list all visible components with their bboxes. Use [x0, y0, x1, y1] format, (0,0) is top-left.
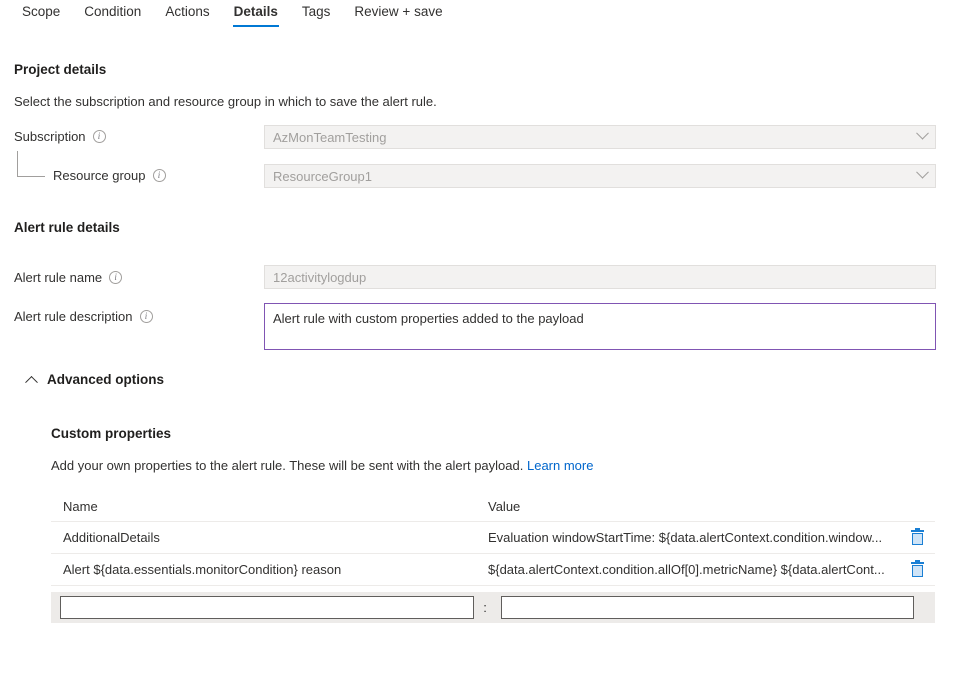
alert-rule-description-label-group: Alert rule description: [14, 309, 153, 324]
subscription-dropdown[interactable]: AzMonTeamTesting: [264, 125, 936, 149]
resource-group-label: Resource group: [53, 168, 146, 183]
resource-group-dropdown[interactable]: ResourceGroup1: [264, 164, 936, 188]
info-icon[interactable]: [153, 169, 166, 182]
table-header-row: Name Value: [51, 492, 935, 522]
tab-condition[interactable]: Condition: [72, 0, 153, 30]
chevron-down-icon: [916, 165, 929, 178]
custom-property-new-row: :: [51, 592, 935, 623]
tab-condition-label: Condition: [84, 4, 141, 19]
tab-review-save[interactable]: Review + save: [342, 0, 454, 30]
info-icon[interactable]: [140, 310, 153, 323]
tab-scope[interactable]: Scope: [10, 0, 72, 30]
custom-properties-heading: Custom properties: [51, 426, 171, 441]
tab-review-save-label: Review + save: [354, 4, 442, 19]
row-value: ${data.alertContext.condition.allOf[0].m…: [488, 562, 900, 577]
column-header-value: Value: [488, 499, 900, 514]
table-row: Alert ${data.essentials.monitorCondition…: [51, 554, 935, 586]
alert-rule-name-input[interactable]: 12activitylogdup: [264, 265, 936, 289]
trash-lid: [911, 530, 924, 532]
table-row: AdditionalDetails Evaluation windowStart…: [51, 522, 935, 554]
alert-rule-name-label-group: Alert rule name: [14, 270, 122, 285]
custom-properties-description-group: Add your own properties to the alert rul…: [51, 458, 593, 473]
alert-rule-description-textarea[interactable]: Alert rule with custom properties added …: [264, 303, 936, 350]
tab-actions-label: Actions: [165, 4, 209, 19]
trash-can: [912, 565, 923, 577]
subscription-label-group: Subscription: [14, 129, 106, 144]
resource-group-value: ResourceGroup1: [273, 169, 372, 184]
trash-icon[interactable]: [911, 530, 924, 545]
tab-details[interactable]: Details: [222, 0, 290, 30]
chevron-up-icon: [25, 376, 38, 389]
alert-rule-description-label: Alert rule description: [14, 309, 133, 324]
custom-properties-table: Name Value AdditionalDetails Evaluation …: [51, 492, 935, 586]
tab-scope-label: Scope: [22, 4, 60, 19]
custom-properties-description: Add your own properties to the alert rul…: [51, 458, 523, 473]
trash-lid: [911, 562, 924, 564]
subscription-label: Subscription: [14, 129, 86, 144]
resource-group-label-group: Resource group: [53, 168, 166, 183]
learn-more-link[interactable]: Learn more: [527, 458, 593, 473]
info-icon[interactable]: [109, 271, 122, 284]
trash-can: [912, 533, 923, 545]
resource-group-indent-connector: [17, 151, 45, 177]
tab-details-label: Details: [234, 4, 278, 19]
row-value: Evaluation windowStartTime: ${data.alert…: [488, 530, 900, 545]
project-details-description: Select the subscription and resource gro…: [14, 94, 437, 109]
advanced-options-toggle[interactable]: Advanced options: [27, 372, 164, 387]
alert-rule-name-value: 12activitylogdup: [273, 270, 366, 285]
chevron-down-icon: [916, 126, 929, 139]
project-details-heading: Project details: [14, 62, 106, 77]
alert-rule-details-heading: Alert rule details: [14, 220, 120, 235]
column-header-name: Name: [51, 499, 488, 514]
alert-rule-description-value: Alert rule with custom properties added …: [273, 311, 584, 326]
tab-tags-label: Tags: [302, 4, 331, 19]
new-row-separator: :: [480, 600, 490, 615]
tab-tags[interactable]: Tags: [290, 0, 343, 30]
row-name: AdditionalDetails: [51, 530, 488, 545]
row-name: Alert ${data.essentials.monitorCondition…: [51, 562, 488, 577]
tab-actions[interactable]: Actions: [153, 0, 221, 30]
new-property-value-input[interactable]: [501, 596, 914, 619]
subscription-value: AzMonTeamTesting: [273, 130, 386, 145]
trash-icon[interactable]: [911, 562, 924, 577]
advanced-options-label: Advanced options: [47, 372, 164, 387]
row-delete-cell: [900, 562, 935, 577]
row-delete-cell: [900, 530, 935, 545]
wizard-tab-bar: Scope Condition Actions Details Tags Rev…: [0, 0, 968, 36]
alert-rule-name-label: Alert rule name: [14, 270, 102, 285]
new-property-name-input[interactable]: [60, 596, 474, 619]
info-icon[interactable]: [93, 130, 106, 143]
